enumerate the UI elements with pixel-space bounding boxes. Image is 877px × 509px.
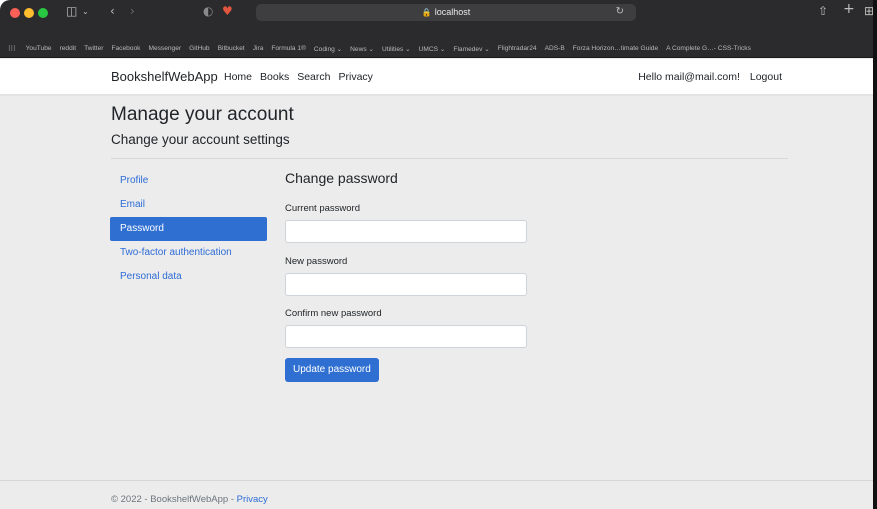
footer-copyright: © 2022 - BookshelfWebApp - [111, 494, 237, 505]
favorite-link[interactable]: Messenger [148, 45, 181, 52]
title-bar: ◫ ⌄ ‹ › ◐ ♥ 🔒 localhost ↻ ⇧ + ⊞ [0, 0, 877, 40]
favorites-bar: ⁝⁝⁝ YouTube reddit Twitter Facebook Messenge… [0, 40, 877, 58]
new-password-label: New password [285, 256, 348, 267]
nav-privacy-link[interactable]: Privacy [338, 71, 372, 83]
favorite-link[interactable]: News ⌄ [350, 45, 374, 53]
lock-icon: 🔒 [421, 8, 432, 17]
favorite-link[interactable]: Coding ⌄ [314, 45, 342, 53]
favorite-link[interactable]: Flightradar24 [498, 45, 537, 52]
current-password-label: Current password [285, 203, 360, 214]
confirm-password-label: Confirm new password [285, 308, 382, 319]
chevron-down-icon[interactable]: ⌄ [82, 7, 89, 16]
back-icon[interactable]: ‹ [110, 4, 115, 18]
divider [111, 158, 788, 159]
change-password-form: Change password Current password New pas… [285, 170, 527, 382]
nav-search-link[interactable]: Search [297, 71, 330, 83]
sidebar-item-password[interactable]: Password [110, 217, 267, 241]
new-tab-icon[interactable]: + [843, 1, 855, 17]
update-password-button[interactable]: Update password [285, 358, 379, 382]
favorite-link[interactable]: Flamedev ⌄ [453, 45, 489, 53]
favorite-link[interactable]: Twitter [84, 45, 103, 52]
reload-icon[interactable]: ↻ [616, 6, 624, 17]
grid-icon[interactable]: ⁝⁝⁝ [8, 44, 16, 53]
favorite-link[interactable]: Formula 1® [271, 45, 306, 52]
favorite-link[interactable]: reddit [60, 45, 77, 52]
window-edge [873, 0, 877, 509]
user-greeting-link[interactable]: Hello mail@mail.com! [638, 71, 740, 83]
close-window-button[interactable] [10, 8, 20, 18]
favorite-link[interactable]: Facebook [111, 45, 140, 52]
footer-text: © 2022 - BookshelfWebApp - Privacy [111, 494, 268, 505]
favorite-link[interactable]: Utilities ⌄ [382, 45, 411, 53]
footer-privacy-link[interactable]: Privacy [237, 494, 268, 505]
forward-icon[interactable]: › [130, 4, 135, 18]
privacy-report-icon[interactable]: ◐ [203, 4, 213, 18]
minimize-window-button[interactable] [24, 8, 34, 18]
new-password-input[interactable] [285, 273, 527, 296]
zoom-window-button[interactable] [38, 8, 48, 18]
favorite-link[interactable]: Forza Horizon…timate Guide [573, 45, 658, 52]
current-password-input[interactable] [285, 220, 527, 243]
brand-link[interactable]: BookshelfWebApp [111, 69, 218, 84]
sidebar-item-personal-data[interactable]: Personal data [110, 265, 267, 289]
form-title: Change password [285, 170, 398, 186]
favorite-link[interactable]: UMCS ⌄ [419, 45, 446, 53]
page-title: Manage your account [111, 104, 294, 125]
nav-books-link[interactable]: Books [260, 71, 289, 83]
address-text: localhost [434, 7, 471, 17]
main-content: Manage your account Change your account … [0, 96, 877, 480]
footer: © 2022 - BookshelfWebApp - Privacy [0, 480, 877, 509]
sidebar-toggle-icon[interactable]: ◫ [66, 4, 77, 18]
favorite-link[interactable]: A Complete G…- CSS-Tricks [666, 45, 751, 52]
sidebar-item-email[interactable]: Email [110, 193, 267, 217]
sidebar-item-profile[interactable]: Profile [110, 169, 267, 193]
confirm-password-input[interactable] [285, 325, 527, 348]
nav-home-link[interactable]: Home [224, 71, 252, 83]
favorite-link[interactable]: Jira [253, 45, 264, 52]
share-icon[interactable]: ⇧ [818, 4, 828, 18]
favorite-link[interactable]: ADS-B [545, 45, 565, 52]
site-navbar: BookshelfWebApp Home Books Search Privac… [0, 59, 877, 95]
page-subtitle: Change your account settings [111, 132, 290, 147]
nav-account: Hello mail@mail.com! Logout [638, 71, 782, 83]
logout-button[interactable]: Logout [750, 71, 782, 83]
sidebar-item-two-factor[interactable]: Two-factor authentication [110, 241, 267, 265]
favorite-link[interactable]: YouTube [26, 45, 52, 52]
favorite-link[interactable]: GitHub [189, 45, 210, 52]
address-bar[interactable]: 🔒 localhost ↻ [256, 4, 636, 21]
favorite-link[interactable]: Bitbucket [218, 45, 245, 52]
browser-window: ◫ ⌄ ‹ › ◐ ♥ 🔒 localhost ↻ ⇧ + ⊞ ⁝⁝⁝ YouTu… [0, 0, 877, 509]
nav-links: Home Books Search Privacy [224, 71, 373, 83]
shield-icon[interactable]: ♥ [222, 4, 233, 18]
account-sidebar: Profile Email Password Two-factor authen… [110, 169, 267, 289]
